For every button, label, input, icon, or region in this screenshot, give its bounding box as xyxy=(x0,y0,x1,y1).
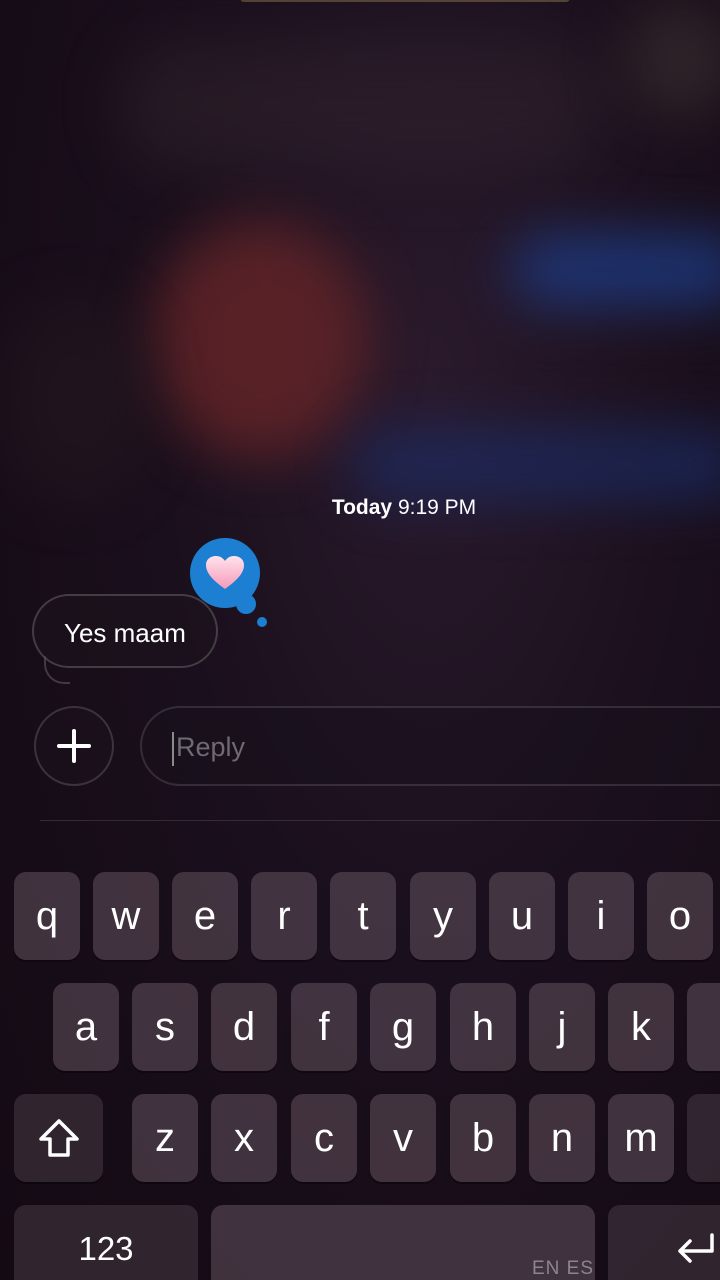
message-text: Yes maam xyxy=(64,618,186,648)
key-b[interactable]: b xyxy=(450,1094,516,1182)
key-z[interactable]: z xyxy=(132,1094,198,1182)
background-blur xyxy=(620,0,720,120)
background-blur xyxy=(350,430,720,500)
key-a[interactable]: a xyxy=(53,983,119,1071)
tapback-tail-dot xyxy=(257,617,267,627)
key-g[interactable]: g xyxy=(370,983,436,1071)
message-timestamp: Today 9:19 PM xyxy=(0,496,720,520)
timestamp-day: Today xyxy=(331,496,393,519)
shift-icon xyxy=(38,1119,79,1157)
heart-icon xyxy=(206,556,244,589)
key-h[interactable]: h xyxy=(450,983,516,1071)
key-u[interactable]: u xyxy=(489,872,555,960)
key-e[interactable]: e xyxy=(172,872,238,960)
message-bubble[interactable]: Yes maam xyxy=(32,594,218,668)
key-o[interactable]: o xyxy=(647,872,713,960)
key-s[interactable]: s xyxy=(132,983,198,1071)
reply-input[interactable] xyxy=(174,708,720,786)
key-w[interactable]: w xyxy=(93,872,159,960)
background-blur xyxy=(0,300,150,500)
plus-icon xyxy=(57,729,91,763)
key-j[interactable]: j xyxy=(529,983,595,1071)
timestamp-time: 9:19 PM xyxy=(397,496,477,519)
key-t[interactable]: t xyxy=(330,872,396,960)
tapback-tail-dot xyxy=(236,594,256,614)
key-x[interactable]: x xyxy=(211,1094,277,1182)
keyboard: q w e r t y u i o a s d f g h j k z x c … xyxy=(0,822,720,1280)
key-y[interactable]: y xyxy=(410,872,476,960)
shift-key[interactable] xyxy=(14,1094,103,1182)
key-f[interactable]: f xyxy=(291,983,357,1071)
key-k[interactable]: k xyxy=(608,983,674,1071)
reply-field[interactable] xyxy=(140,706,720,786)
return-key[interactable] xyxy=(608,1205,720,1280)
top-edge xyxy=(240,0,570,2)
key-v[interactable]: v xyxy=(370,1094,436,1182)
keyboard-divider xyxy=(40,820,720,821)
background-blur xyxy=(510,235,720,305)
key-n[interactable]: n xyxy=(529,1094,595,1182)
language-indicator: EN ES xyxy=(532,1258,595,1279)
delete-key-partial[interactable] xyxy=(687,1094,720,1182)
key-l-partial[interactable] xyxy=(687,983,720,1071)
return-icon xyxy=(678,1233,714,1263)
numbers-key[interactable]: 123 xyxy=(14,1205,198,1280)
key-m[interactable]: m xyxy=(608,1094,674,1182)
background-blur xyxy=(120,40,600,170)
key-r[interactable]: r xyxy=(251,872,317,960)
key-d[interactable]: d xyxy=(211,983,277,1071)
key-c[interactable]: c xyxy=(291,1094,357,1182)
key-q[interactable]: q xyxy=(14,872,80,960)
background-blur xyxy=(150,220,370,460)
messages-screen: Today 9:19 PM Yes maam q w e xyxy=(0,0,720,1280)
add-attachment-button[interactable] xyxy=(34,706,114,786)
key-i[interactable]: i xyxy=(568,872,634,960)
